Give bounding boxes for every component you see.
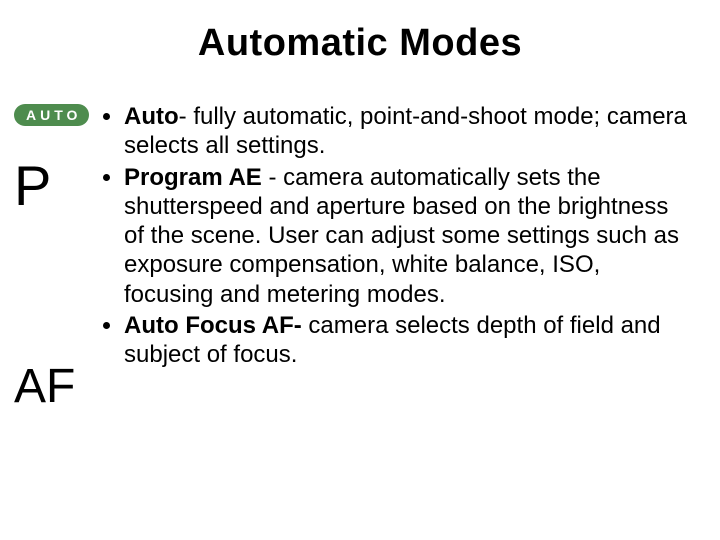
slide-title: Automatic Modes xyxy=(0,22,720,65)
slide: Automatic Modes AUTO P AF Auto- fully au… xyxy=(0,0,720,540)
auto-pill-icon: AUTO xyxy=(14,104,89,126)
icon-column: AUTO xyxy=(14,104,96,126)
content-area: Auto- fully automatic, point-and-shoot m… xyxy=(102,102,690,371)
term-auto: Auto xyxy=(124,103,179,130)
bullet-autofocus: Auto Focus AF- camera selects depth of f… xyxy=(124,311,690,370)
term-program: Program AE xyxy=(124,164,262,191)
term-autofocus: Auto Focus AF- xyxy=(124,312,302,339)
p-mode-icon: P xyxy=(14,158,51,214)
desc-auto: - fully automatic, point-and-shoot mode;… xyxy=(124,103,687,159)
af-mode-icon: AF xyxy=(14,363,75,411)
bullet-list: Auto- fully automatic, point-and-shoot m… xyxy=(102,102,690,369)
bullet-auto: Auto- fully automatic, point-and-shoot m… xyxy=(124,102,690,161)
bullet-program: Program AE - camera automatically sets t… xyxy=(124,163,690,309)
